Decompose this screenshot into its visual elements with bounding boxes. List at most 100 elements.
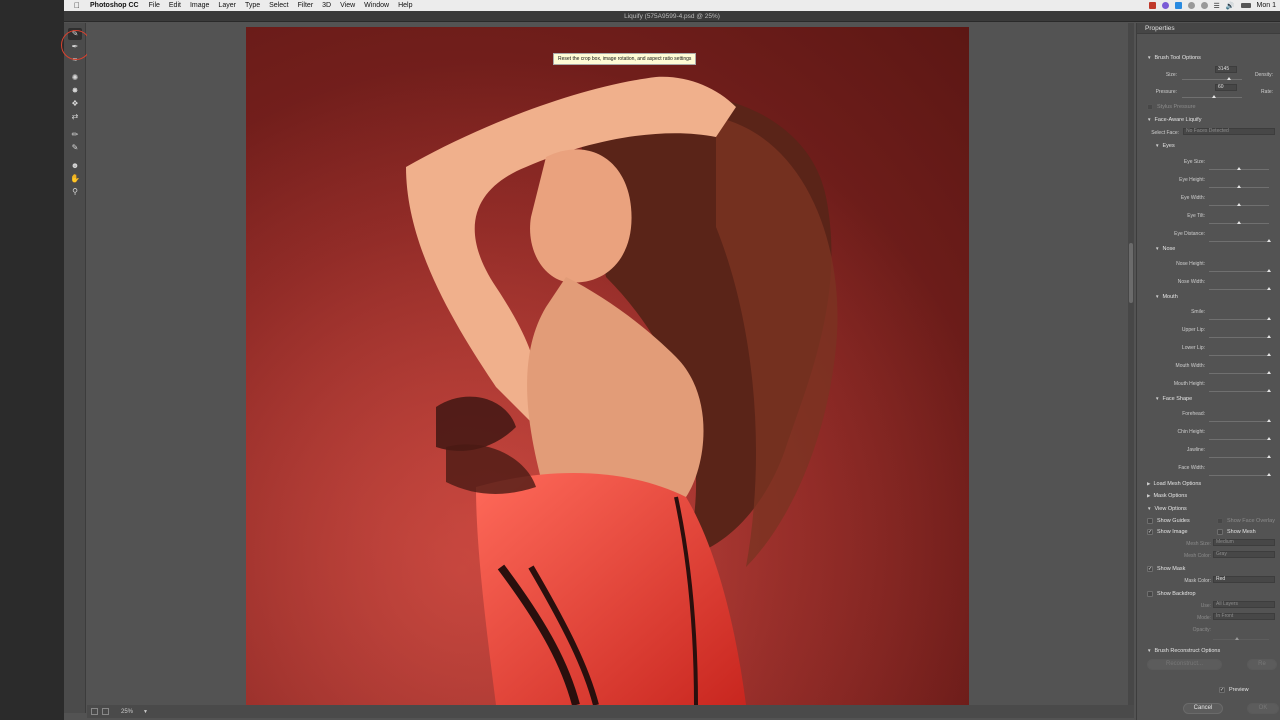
mesh-size-label: Mesh Size: [1186, 541, 1211, 547]
zoom-dropdown-icon[interactable]: ▼ [143, 709, 148, 715]
reconstruct-button[interactable]: Reconstruct... [1147, 659, 1222, 670]
face-width-label: Face Width: [1178, 465, 1205, 471]
sync-icon[interactable] [1200, 2, 1208, 9]
hand-tool-icon[interactable]: ✋ [68, 173, 82, 185]
ok-button[interactable]: OK [1247, 703, 1279, 714]
time-machine-icon[interactable] [1187, 2, 1195, 9]
menu-help[interactable]: Help [398, 2, 412, 9]
mask-options-header[interactable]: Mask Options [1147, 493, 1187, 499]
canvas-area[interactable]: Reset the crop box, image rotation, and … [87, 23, 1134, 705]
upper-lip-slider[interactable] [1209, 335, 1271, 338]
stylus-pressure-checkbox[interactable] [1147, 104, 1153, 110]
show-guides-checkbox[interactable] [1147, 518, 1153, 524]
show-mask-checkbox[interactable] [1147, 566, 1153, 572]
apple-icon[interactable]:  [74, 1, 84, 10]
cancel-button[interactable]: Cancel [1183, 703, 1223, 714]
stylus-pressure-label: Stylus Pressure [1157, 104, 1196, 110]
eye-distance-slider[interactable] [1209, 239, 1271, 242]
face-shape-header[interactable]: Face Shape [1155, 396, 1192, 402]
bloat-tool-icon[interactable]: ❖ [68, 98, 82, 110]
wifi-icon[interactable]: ☰ [1214, 2, 1220, 10]
eye-width-slider[interactable] [1209, 203, 1269, 206]
pressure-slider[interactable] [1182, 95, 1242, 98]
show-image-checkbox[interactable] [1147, 529, 1153, 535]
forehead-slider[interactable] [1209, 419, 1271, 422]
push-left-tool-icon[interactable]: ⇄ [68, 111, 82, 123]
volume-icon[interactable]: 🔊 [1226, 2, 1235, 10]
mode-label: Mode: [1197, 615, 1211, 621]
creative-cloud-icon[interactable] [1161, 2, 1169, 9]
load-mesh-options-header[interactable]: Load Mesh Options [1147, 481, 1201, 487]
zoom-level[interactable]: 25% [121, 709, 133, 715]
menu-bar:  Photoshop CC File Edit Image Layer Typ… [64, 0, 1280, 11]
dropbox-icon[interactable] [1174, 2, 1182, 9]
opacity-label: Opacity: [1192, 627, 1211, 633]
size-slider[interactable] [1182, 77, 1242, 80]
freeze-mask-tool-icon[interactable]: ✏ [68, 129, 82, 141]
preview-checkbox[interactable] [1219, 687, 1225, 693]
zoom-out-icon[interactable] [91, 708, 98, 715]
battery-icon[interactable] [1240, 3, 1251, 8]
menu-file[interactable]: File [149, 2, 160, 9]
mouth-header[interactable]: Mouth [1155, 294, 1177, 300]
menu-3d[interactable]: 3D [322, 2, 331, 9]
restore-all-button[interactable]: Re [1247, 659, 1277, 670]
nose-width-slider[interactable] [1209, 287, 1271, 290]
menu-select[interactable]: Select [269, 2, 288, 9]
eye-size-slider[interactable] [1209, 167, 1269, 170]
show-mesh-checkbox[interactable] [1217, 529, 1223, 535]
menu-image[interactable]: Image [190, 2, 209, 9]
zoom-in-icon[interactable] [102, 708, 109, 715]
thaw-mask-tool-icon[interactable]: ✎ [68, 142, 82, 154]
mask-color-dropdown[interactable]: Red [1213, 576, 1275, 583]
status-bar: 25% ▼ [87, 705, 1134, 718]
mouth-height-slider[interactable] [1209, 389, 1271, 392]
select-face-dropdown[interactable]: No Faces Detected [1183, 128, 1275, 135]
face-width-slider[interactable] [1209, 473, 1271, 476]
nose-height-slider[interactable] [1209, 269, 1271, 272]
mouth-width-label: Mouth Width: [1175, 363, 1205, 369]
lower-lip-slider[interactable] [1209, 353, 1271, 356]
photo-artwork [246, 27, 969, 705]
show-face-overlay-checkbox[interactable] [1217, 518, 1223, 524]
mode-dropdown[interactable]: In Front [1213, 613, 1275, 620]
zoom-tool-icon[interactable]: ⚲ [68, 186, 82, 198]
eyes-header[interactable]: Eyes [1155, 143, 1174, 149]
pressure-field[interactable]: 60 [1215, 84, 1237, 91]
menu-view[interactable]: View [340, 2, 355, 9]
eye-width-label: Eye Width: [1180, 195, 1205, 201]
pucker-tool-icon[interactable]: ✸ [68, 85, 82, 97]
use-dropdown[interactable]: All Layers [1213, 601, 1275, 608]
jawline-slider[interactable] [1209, 455, 1271, 458]
app-menu[interactable]: Photoshop CC [90, 2, 139, 9]
show-backdrop-checkbox[interactable] [1147, 591, 1153, 597]
show-backdrop-label: Show Backdrop [1157, 591, 1196, 597]
mesh-color-dropdown[interactable]: Gray [1213, 551, 1275, 558]
nose-width-label: Nose Width: [1177, 279, 1205, 285]
mouth-width-slider[interactable] [1209, 371, 1271, 374]
menu-window[interactable]: Window [364, 2, 389, 9]
size-field[interactable]: 3145 [1215, 66, 1237, 73]
nose-header[interactable]: Nose [1155, 246, 1175, 252]
clock[interactable]: Mon 1 [1257, 2, 1276, 9]
photo-preview[interactable] [246, 27, 969, 705]
vertical-scrollbar[interactable] [1128, 23, 1134, 705]
face-tool-icon[interactable]: ☻ [68, 160, 82, 172]
eye-tilt-slider[interactable] [1209, 221, 1269, 224]
brush-tool-options-header[interactable]: Brush Tool Options [1147, 55, 1200, 61]
menu-layer[interactable]: Layer [218, 2, 236, 9]
view-options-header[interactable]: View Options [1147, 506, 1186, 512]
menu-type[interactable]: Type [245, 2, 260, 9]
face-aware-liquify-header[interactable]: Face-Aware Liquify [1147, 117, 1201, 123]
menu-edit[interactable]: Edit [169, 2, 181, 9]
smile-slider[interactable] [1209, 317, 1271, 320]
brush-reconstruct-options-header[interactable]: Brush Reconstruct Options [1147, 648, 1220, 654]
eye-height-slider[interactable] [1209, 185, 1269, 188]
opacity-slider[interactable] [1213, 637, 1269, 640]
chin-height-slider[interactable] [1209, 437, 1271, 440]
status-app-icon[interactable] [1148, 2, 1156, 9]
twirl-tool-icon[interactable]: ✺ [68, 72, 82, 84]
mesh-size-dropdown[interactable]: Medium [1213, 539, 1275, 546]
eye-distance-label: Eye Distance: [1174, 231, 1205, 237]
menu-filter[interactable]: Filter [298, 2, 314, 9]
